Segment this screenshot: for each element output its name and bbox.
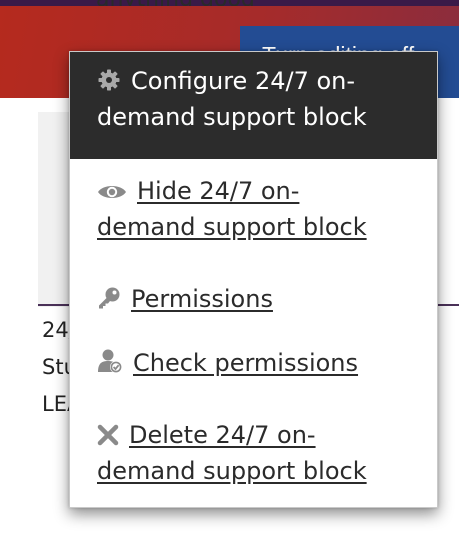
menu-item-hide[interactable]: Hide 24/7 on-demand support block (97, 173, 397, 245)
eye-icon (97, 182, 127, 202)
user-check-icon (97, 348, 123, 374)
menu-item-delete-label: Delete 24/7 on-demand support block (97, 421, 367, 485)
menu-item-permissions[interactable]: Permissions (97, 281, 397, 317)
menu-item-check-permissions-label: Check permissions (133, 349, 359, 377)
block-actions-menu: Configure 24/7 on-demand support block H… (69, 51, 438, 508)
menu-item-check-permissions[interactable]: Check permissions (97, 345, 397, 381)
menu-header: Configure 24/7 on-demand support block (70, 52, 437, 159)
menu-item-configure[interactable]: Configure 24/7 on-demand support block (97, 63, 397, 135)
menu-item-permissions-label: Permissions (131, 285, 273, 313)
close-icon (97, 424, 119, 446)
menu-item-delete[interactable]: Delete 24/7 on-demand support block (97, 417, 397, 489)
menu-item-configure-label: Configure 24/7 on-demand support block (97, 67, 367, 131)
gear-icon (97, 68, 121, 92)
key-icon (97, 286, 121, 310)
menu-item-hide-label: Hide 24/7 on-demand support block (97, 177, 367, 241)
